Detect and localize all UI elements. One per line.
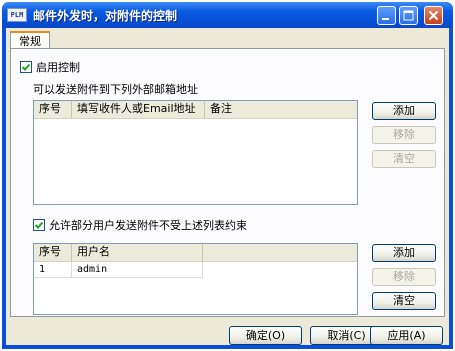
dialog-client-area: 常规 启用控制 可以发送附件到下列外部邮箱地址 序号 填写收件人或Email地址… — [6, 28, 449, 345]
minimize-button[interactable] — [377, 6, 396, 25]
table-header: 序号 填写收件人或Email地址 备注 — [34, 101, 357, 119]
row-username-cell[interactable]: admin — [72, 262, 203, 278]
column-header-recipient[interactable]: 填写收件人或Email地址 — [72, 101, 205, 118]
apply-button[interactable]: 应用(A) — [370, 326, 443, 345]
checkmark-icon — [34, 221, 44, 229]
dialog-window: PLM 邮件外发时，对附件的控制 常规 启用控制 可以发送附件到下列外部邮箱地址… — [2, 2, 453, 349]
external-clear-button[interactable]: 清空 — [372, 150, 436, 168]
maximize-icon — [403, 10, 414, 21]
column-header-index[interactable]: 序号 — [34, 244, 72, 261]
external-section-label: 可以发送附件到下列外部邮箱地址 — [33, 83, 198, 96]
external-address-table[interactable]: 序号 填写收件人或Email地址 备注 — [33, 100, 358, 205]
column-header-index[interactable]: 序号 — [34, 101, 72, 118]
row-index-cell: 1 — [34, 262, 72, 278]
plm-app-icon: PLM — [7, 8, 27, 22]
window-title: 邮件外发时，对附件的控制 — [33, 9, 178, 23]
external-remove-button[interactable]: 移除 — [372, 126, 436, 144]
column-header-note[interactable]: 备注 — [205, 101, 357, 118]
enable-control-row[interactable]: 启用控制 — [20, 59, 80, 75]
tab-general[interactable]: 常规 — [10, 31, 50, 49]
title-bar[interactable]: PLM 邮件外发时，对附件的控制 — [2, 2, 453, 28]
allow-users-label: 允许部分用户发送附件不受上述列表约束 — [49, 219, 247, 232]
users-add-button[interactable]: 添加 — [372, 244, 436, 262]
checkmark-icon — [21, 63, 31, 71]
maximize-button[interactable] — [399, 6, 418, 25]
column-header-username[interactable]: 用户名 — [72, 244, 203, 261]
users-clear-button[interactable]: 清空 — [372, 292, 436, 310]
table-row[interactable]: 1 admin — [34, 262, 357, 278]
enable-control-label: 启用控制 — [36, 61, 80, 74]
allow-users-row[interactable]: 允许部分用户发送附件不受上述列表约束 — [33, 217, 247, 233]
column-header-filler — [203, 244, 357, 261]
table-header: 序号 用户名 — [34, 244, 357, 262]
users-table[interactable]: 序号 用户名 1 admin — [33, 243, 358, 315]
ok-button[interactable]: 确定(O) — [229, 326, 302, 345]
allow-users-checkbox[interactable] — [33, 219, 45, 231]
external-add-button[interactable]: 添加 — [372, 102, 436, 120]
close-button[interactable] — [424, 6, 443, 25]
enable-control-checkbox[interactable] — [20, 61, 32, 73]
users-remove-button[interactable]: 移除 — [372, 268, 436, 286]
tab-panel-general: 启用控制 可以发送附件到下列外部邮箱地址 序号 填写收件人或Email地址 备注… — [10, 48, 445, 317]
minimize-icon — [382, 18, 389, 20]
close-icon — [428, 10, 439, 21]
